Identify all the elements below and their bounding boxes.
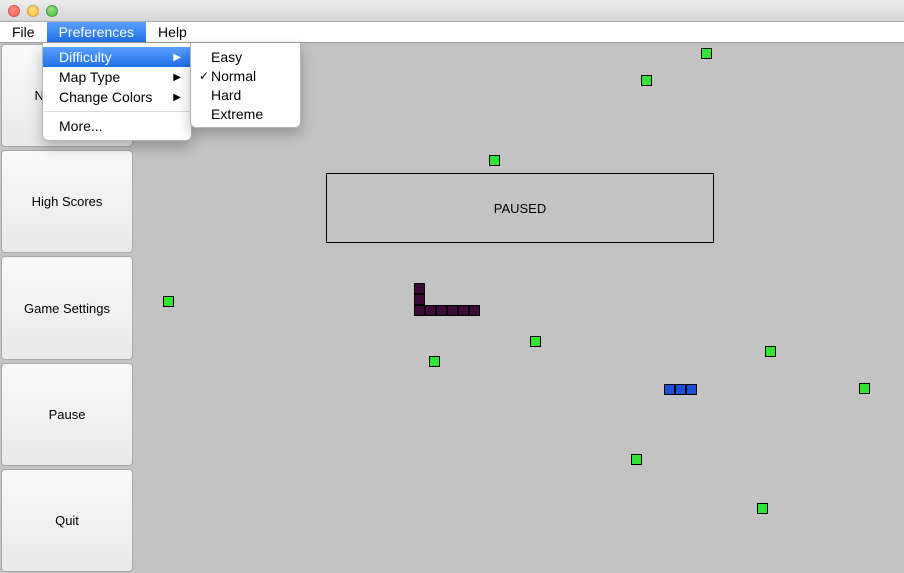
- player-tile: [664, 384, 675, 395]
- window-titlebar: [0, 0, 904, 22]
- menuitem-extreme[interactable]: Extreme: [191, 104, 300, 123]
- high-scores-button[interactable]: High Scores: [1, 150, 133, 253]
- obstacle-tile: [414, 283, 425, 294]
- obstacle-tile: [414, 294, 425, 305]
- menuitem-label: More...: [59, 118, 103, 134]
- obstacle-tile: [458, 305, 469, 316]
- food-tile: [701, 48, 712, 59]
- food-tile: [859, 383, 870, 394]
- pause-button[interactable]: Pause: [1, 363, 133, 466]
- menuitem-more[interactable]: More...: [43, 116, 191, 136]
- menuitem-normal[interactable]: ✓ Normal: [191, 66, 300, 85]
- game-settings-button[interactable]: Game Settings: [1, 256, 133, 359]
- window-zoom-button[interactable]: [46, 5, 58, 17]
- obstacle-tile: [414, 305, 425, 316]
- menuitem-difficulty[interactable]: Difficulty ▶: [43, 47, 191, 67]
- quit-button[interactable]: Quit: [1, 469, 133, 572]
- check-icon: ✓: [197, 69, 211, 83]
- menuitem-easy[interactable]: Easy: [191, 47, 300, 66]
- menuitem-label: Extreme: [211, 106, 263, 122]
- submenu-arrow-icon: ▶: [173, 92, 181, 103]
- window-close-button[interactable]: [8, 5, 20, 17]
- player-tile: [675, 384, 686, 395]
- food-tile: [765, 346, 776, 357]
- food-tile: [489, 155, 500, 166]
- obstacle-tile: [469, 305, 480, 316]
- menuitem-label: Hard: [211, 87, 241, 103]
- menu-file[interactable]: File: [0, 22, 47, 42]
- food-tile: [163, 296, 174, 307]
- paused-overlay: PAUSED: [326, 173, 714, 243]
- menuitem-label: Easy: [211, 49, 242, 65]
- obstacle-tile: [425, 305, 436, 316]
- food-tile: [757, 503, 768, 514]
- paused-label: PAUSED: [494, 201, 547, 216]
- food-tile: [631, 454, 642, 465]
- obstacle-tile: [436, 305, 447, 316]
- menuitem-label: Difficulty: [59, 49, 112, 65]
- obstacle-tile: [447, 305, 458, 316]
- menu-help[interactable]: Help: [146, 22, 199, 42]
- menuitem-hard[interactable]: Hard: [191, 85, 300, 104]
- menu-preferences[interactable]: Preferences: [47, 22, 146, 42]
- menuitem-label: Normal: [211, 68, 256, 84]
- menu-separator: [44, 111, 190, 112]
- menuitem-map-type[interactable]: Map Type ▶: [43, 67, 191, 87]
- player-tile: [686, 384, 697, 395]
- submenu-arrow-icon: ▶: [173, 52, 181, 63]
- food-tile: [530, 336, 541, 347]
- window-minimize-button[interactable]: [27, 5, 39, 17]
- menubar: File Preferences Help: [0, 22, 904, 43]
- preferences-dropdown: Difficulty ▶ Map Type ▶ Change Colors ▶ …: [42, 43, 192, 141]
- food-tile: [429, 356, 440, 367]
- menuitem-label: Map Type: [59, 69, 120, 85]
- difficulty-submenu: Easy ✓ Normal Hard Extreme: [190, 43, 301, 128]
- submenu-arrow-icon: ▶: [173, 72, 181, 83]
- menuitem-label: Change Colors: [59, 89, 152, 105]
- menuitem-change-colors[interactable]: Change Colors ▶: [43, 87, 191, 107]
- food-tile: [641, 75, 652, 86]
